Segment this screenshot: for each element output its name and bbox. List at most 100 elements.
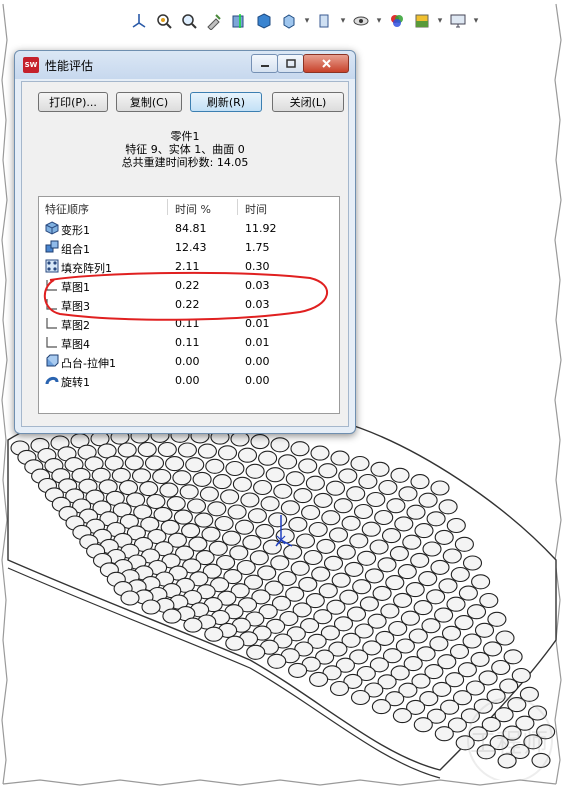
dimple	[374, 509, 394, 526]
dimple	[450, 566, 470, 583]
column-divider[interactable]	[167, 199, 168, 215]
dimple	[418, 571, 438, 587]
table-row[interactable]: 组合1 12.43 1.75	[39, 238, 339, 257]
copy-button[interactable]: 复制(C)	[116, 92, 182, 112]
dimple	[462, 555, 483, 571]
chevron-down-icon[interactable]: ▾	[472, 16, 480, 26]
dimple	[385, 575, 405, 591]
dimple	[220, 489, 240, 505]
time-value: 0.30	[245, 260, 270, 273]
dimple	[495, 630, 515, 646]
part-name: 零件1	[170, 130, 200, 143]
dimple	[162, 608, 182, 624]
dimple	[298, 458, 318, 474]
column-header-time-percent[interactable]: 时间 %	[175, 201, 211, 217]
dimple	[152, 468, 172, 485]
dimple	[410, 552, 430, 568]
close-icon	[321, 59, 331, 68]
print-button[interactable]: 打印(P)...	[38, 92, 108, 112]
dimple	[381, 528, 402, 544]
dialog-titlebar[interactable]: SW 性能评估	[15, 51, 355, 79]
chevron-down-icon[interactable]: ▾	[303, 16, 311, 26]
fill-pattern-icon	[45, 259, 59, 273]
display-icon[interactable]	[447, 10, 469, 32]
dimple	[454, 615, 474, 631]
dimple	[240, 492, 260, 508]
hide-show-icon[interactable]	[314, 10, 336, 32]
appearance-icon[interactable]	[386, 10, 408, 32]
maximize-button[interactable]	[277, 54, 304, 73]
table-row[interactable]: 草图3 0.22 0.03	[39, 295, 339, 314]
dimple	[430, 559, 450, 575]
feature-name: 草图2	[61, 319, 90, 332]
column-divider[interactable]	[237, 199, 238, 215]
dimple	[173, 509, 193, 525]
time-percent: 0.11	[175, 317, 200, 330]
time-value: 1.75	[245, 241, 270, 254]
refresh-button[interactable]: 刷新(R)	[190, 92, 262, 112]
dimple	[234, 519, 255, 535]
dimple	[389, 546, 409, 562]
view-orientation-icon[interactable]	[128, 10, 150, 32]
dimple	[288, 516, 308, 532]
dimple	[430, 480, 450, 496]
table-row[interactable]: 草图4 0.11 0.01	[39, 333, 339, 352]
chevron-down-icon[interactable]: ▾	[339, 16, 347, 26]
dimple	[330, 450, 350, 466]
dimple	[313, 492, 333, 508]
feature-name: 旋转1	[61, 376, 90, 389]
close-button[interactable]: 关闭(L)	[272, 92, 344, 112]
zoom-to-fit-icon[interactable]	[153, 10, 175, 32]
dimple	[204, 626, 224, 642]
time-percent: 0.22	[175, 279, 200, 292]
dimple	[166, 496, 186, 512]
combine-icon	[45, 240, 59, 254]
time-percent: 0.22	[175, 298, 200, 311]
eye-icon[interactable]	[350, 10, 372, 32]
dimple	[293, 488, 313, 504]
dimple	[397, 564, 417, 580]
previous-view-icon[interactable]	[203, 10, 225, 32]
dimple	[120, 590, 140, 606]
dimple	[144, 455, 165, 471]
dimple	[172, 470, 192, 486]
dimple	[124, 455, 144, 471]
dimple	[285, 471, 305, 487]
zoom-to-area-icon[interactable]	[178, 10, 200, 32]
time-percent: 2.11	[175, 260, 200, 273]
sketch-icon	[45, 316, 59, 330]
table-row[interactable]: 草图2 0.11 0.01	[39, 314, 339, 333]
minimize-button[interactable]	[251, 54, 278, 73]
display-style-icon[interactable]	[278, 10, 300, 32]
feature-name: 填充阵列1	[61, 262, 112, 275]
feature-table: 特征顺序 时间 % 时间 变形1 84.81 11.92 组合1 12.43 1.75 填充…	[38, 196, 340, 414]
dimple	[245, 463, 265, 479]
table-row[interactable]: 草图1 0.22 0.03	[39, 276, 339, 295]
dimple	[321, 510, 341, 526]
solidworks-logo-icon: SW	[23, 57, 39, 73]
close-window-button[interactable]	[303, 54, 349, 73]
scene-icon[interactable]	[411, 10, 433, 32]
section-view-icon[interactable]	[228, 10, 250, 32]
sketch-icon	[45, 335, 59, 349]
dimple	[353, 503, 374, 520]
column-header-time[interactable]: 时间	[245, 201, 267, 217]
dimple	[250, 434, 270, 450]
feature-summary: 特征 9、实体 1、曲面 0	[125, 143, 245, 156]
dimple	[283, 544, 303, 560]
dimple	[185, 457, 205, 473]
table-row[interactable]: 旋转1 0.00 0.00	[39, 371, 339, 390]
dimple	[217, 445, 238, 461]
chevron-down-icon[interactable]: ▾	[375, 16, 383, 26]
maximize-icon	[285, 59, 296, 68]
table-row[interactable]: 凸台-拉伸1 0.00 0.00	[39, 352, 339, 371]
table-header: 特征顺序 时间 % 时间	[39, 197, 339, 217]
column-header-feature-order[interactable]: 特征顺序	[45, 201, 89, 217]
dimple	[338, 468, 358, 484]
dimple	[454, 536, 474, 552]
table-row[interactable]: 填充阵列1 2.11 0.30	[39, 257, 339, 276]
view-3d-icon[interactable]	[253, 10, 275, 32]
dimple	[434, 529, 454, 545]
chevron-down-icon[interactable]: ▾	[436, 16, 444, 26]
table-row[interactable]: 变形1 84.81 11.92	[39, 219, 339, 238]
